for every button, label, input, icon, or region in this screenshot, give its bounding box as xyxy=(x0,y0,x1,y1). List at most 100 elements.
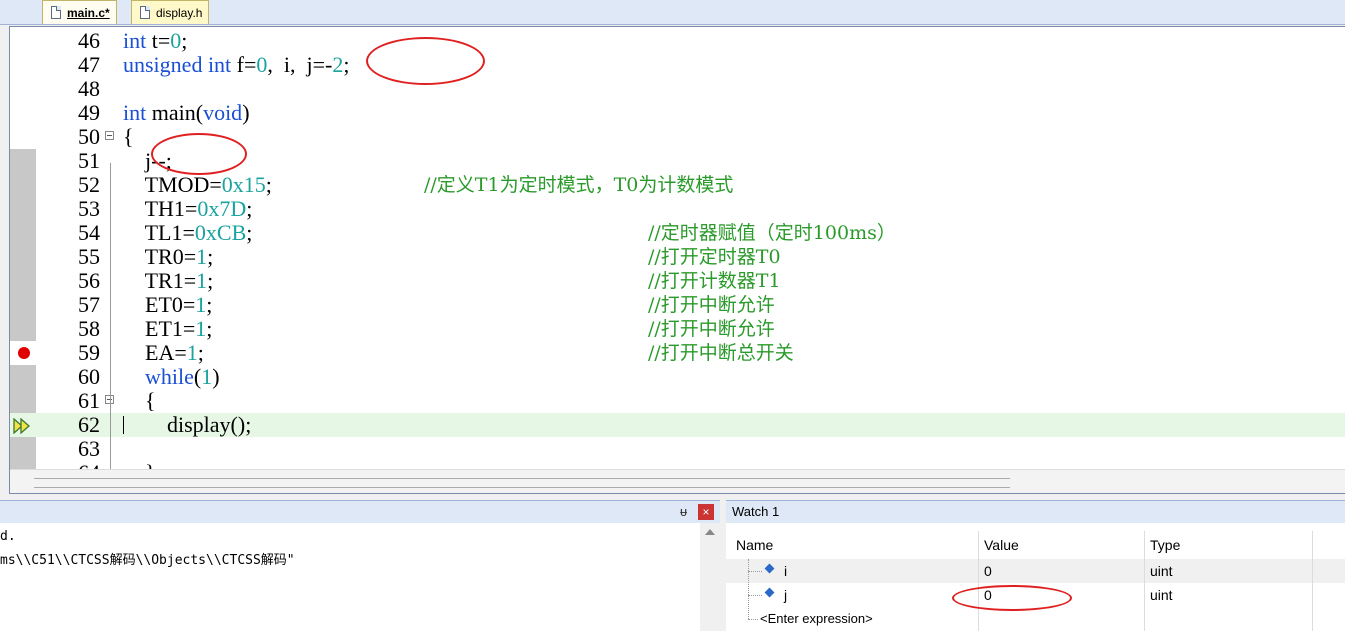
tree-line xyxy=(748,619,758,620)
code-line-63[interactable]: 63 xyxy=(10,437,1345,461)
gutter-cell[interactable] xyxy=(10,389,36,413)
breakpoint-icon[interactable] xyxy=(18,347,30,359)
code-comment[interactable]: //打开中断总开关 xyxy=(648,341,794,365)
line-number: 52 xyxy=(78,172,100,197)
code-line-48[interactable]: 48 xyxy=(10,77,1345,101)
code-text[interactable]: int t=0; xyxy=(123,29,187,53)
code-line-52[interactable]: 52 TMOD=0x15; //定义T1为定时模式，T0为计数模式 xyxy=(10,173,1345,197)
code-area[interactable]: 46 int t=0; 47 unsigned int f=0, i, j=-2; 48… xyxy=(10,27,1345,469)
gutter-cell[interactable] xyxy=(10,77,36,101)
code-text[interactable]: display(); xyxy=(123,413,251,437)
code-line-60[interactable]: 60 while(1) xyxy=(10,365,1345,389)
annotation-circle-j-decl xyxy=(366,37,485,85)
code-line-53[interactable]: 53 TH1=0x7D; xyxy=(10,197,1345,221)
code-comment[interactable]: //定义T1为定时模式，T0为计数模式 xyxy=(424,173,733,197)
line-number: 63 xyxy=(78,436,100,461)
code-text[interactable]: ET0=1; xyxy=(123,293,212,317)
tab-main-c[interactable]: main.c* xyxy=(42,0,117,24)
code-comment[interactable]: //打开中断允许 xyxy=(648,317,775,341)
code-line-56[interactable]: 56 TR1=1; //打开计数器T1 xyxy=(10,269,1345,293)
annotation-circle-j-decrement xyxy=(151,133,247,175)
code-text[interactable]: EA=1; xyxy=(123,341,204,365)
gutter-cell[interactable] xyxy=(10,125,36,149)
scrollbar-thumb[interactable] xyxy=(34,478,1010,488)
code-line-55[interactable]: 55 TR0=1; //打开定时器T0 xyxy=(10,245,1345,269)
code-comment[interactable]: //打开计数器T1 xyxy=(648,269,781,293)
code-text[interactable]: TR0=1; xyxy=(123,245,214,269)
code-text[interactable]: ET1=1; xyxy=(123,317,212,341)
code-text[interactable]: unsigned int f=0, i, j=-2; xyxy=(123,53,350,77)
gutter-cell[interactable] xyxy=(10,269,36,293)
tree-line xyxy=(748,571,762,572)
line-number: 51 xyxy=(78,148,100,173)
fold-toggle-icon[interactable] xyxy=(105,131,114,140)
gutter-cell[interactable] xyxy=(10,461,36,469)
gutter-cell[interactable] xyxy=(10,365,36,389)
code-line-49[interactable]: 49 int main(void) xyxy=(10,101,1345,125)
watch-title: Watch 1 xyxy=(726,501,1345,523)
code-line-54[interactable]: 54 TL1=0xCB; //定时器赋值（定时100ms） xyxy=(10,221,1345,245)
editor-tab-bar: main.c* display.h xyxy=(0,0,1345,25)
code-text[interactable]: while(1) xyxy=(123,365,220,389)
gutter-cell[interactable] xyxy=(10,173,36,197)
code-text[interactable]: TR1=1; xyxy=(123,269,214,293)
scroll-up-icon[interactable] xyxy=(705,529,715,535)
code-text[interactable]: TMOD=0x15; xyxy=(123,173,272,197)
code-line-61[interactable]: 61 { xyxy=(10,389,1345,413)
gutter-cell[interactable] xyxy=(10,197,36,221)
horizontal-scrollbar[interactable] xyxy=(10,469,1345,493)
watch-value[interactable]: 0 xyxy=(984,559,992,583)
current-position-arrow-icon xyxy=(13,418,30,434)
variable-icon xyxy=(764,587,775,598)
code-text[interactable]: } xyxy=(123,461,156,470)
code-line-64[interactable]: 64 } xyxy=(10,461,1345,469)
column-header-type[interactable]: Type xyxy=(1150,533,1180,557)
code-text[interactable]: TH1=0x7D; xyxy=(123,197,253,221)
gutter-cell[interactable] xyxy=(10,101,36,125)
code-text[interactable]: { xyxy=(123,125,134,149)
code-line-47[interactable]: 47 unsigned int f=0, i, j=-2; xyxy=(10,53,1345,77)
code-text[interactable]: int main(void) xyxy=(123,101,250,125)
code-line-59[interactable]: 59 EA=1; //打开中断总开关 xyxy=(10,341,1345,365)
column-divider[interactable] xyxy=(978,531,979,631)
gutter-cell[interactable] xyxy=(10,293,36,317)
gutter-cell[interactable] xyxy=(10,437,36,461)
watch-type: uint xyxy=(1150,587,1173,603)
code-text[interactable]: { xyxy=(123,389,156,413)
watch-name: j xyxy=(784,587,788,603)
column-header-name[interactable]: Name xyxy=(736,533,773,557)
column-header-value[interactable]: Value xyxy=(984,533,1019,557)
watch-row[interactable]: i 0 uint xyxy=(726,559,1345,583)
pin-icon[interactable]: ᵾ xyxy=(680,504,687,519)
gutter-cell[interactable] xyxy=(10,317,36,341)
line-number: 47 xyxy=(78,52,100,77)
code-comment[interactable]: //打开中断允许 xyxy=(648,293,775,317)
code-editor[interactable]: 46 int t=0; 47 unsigned int f=0, i, j=-2; 48… xyxy=(9,26,1345,494)
gutter-cell[interactable] xyxy=(10,245,36,269)
code-comment[interactable]: //定时器赋值（定时100ms） xyxy=(648,221,896,245)
line-number: 50 xyxy=(78,124,100,149)
code-comment[interactable]: //打开定时器T0 xyxy=(648,245,781,269)
column-divider[interactable] xyxy=(1312,531,1313,631)
watch-row-new[interactable]: <Enter expression> xyxy=(726,607,1345,631)
code-line-57[interactable]: 57 ET0=1; //打开中断允许 xyxy=(10,293,1345,317)
vertical-scrollbar[interactable] xyxy=(700,523,720,631)
gutter-cell[interactable] xyxy=(10,53,36,77)
code-line-46[interactable]: 46 int t=0; xyxy=(10,29,1345,53)
gutter-cell[interactable] xyxy=(10,149,36,173)
tree-line xyxy=(748,559,749,619)
code-line-58[interactable]: 58 ET1=1; //打开中断允许 xyxy=(10,317,1345,341)
code-text[interactable]: TL1=0xCB; xyxy=(123,221,253,245)
code-line-62[interactable]: 62 display(); xyxy=(10,413,1345,437)
tab-display-h[interactable]: display.h xyxy=(131,0,210,24)
line-number: 57 xyxy=(78,292,100,317)
close-icon[interactable]: × xyxy=(698,504,714,520)
enter-expression[interactable]: <Enter expression> xyxy=(760,607,873,631)
gutter-cell[interactable] xyxy=(10,221,36,245)
column-divider[interactable] xyxy=(1144,531,1145,631)
line-number: 55 xyxy=(78,244,100,269)
line-number: 58 xyxy=(78,316,100,341)
gutter-cell[interactable] xyxy=(10,29,36,53)
line-number: 56 xyxy=(78,268,100,293)
watch-type: uint xyxy=(1150,563,1173,579)
